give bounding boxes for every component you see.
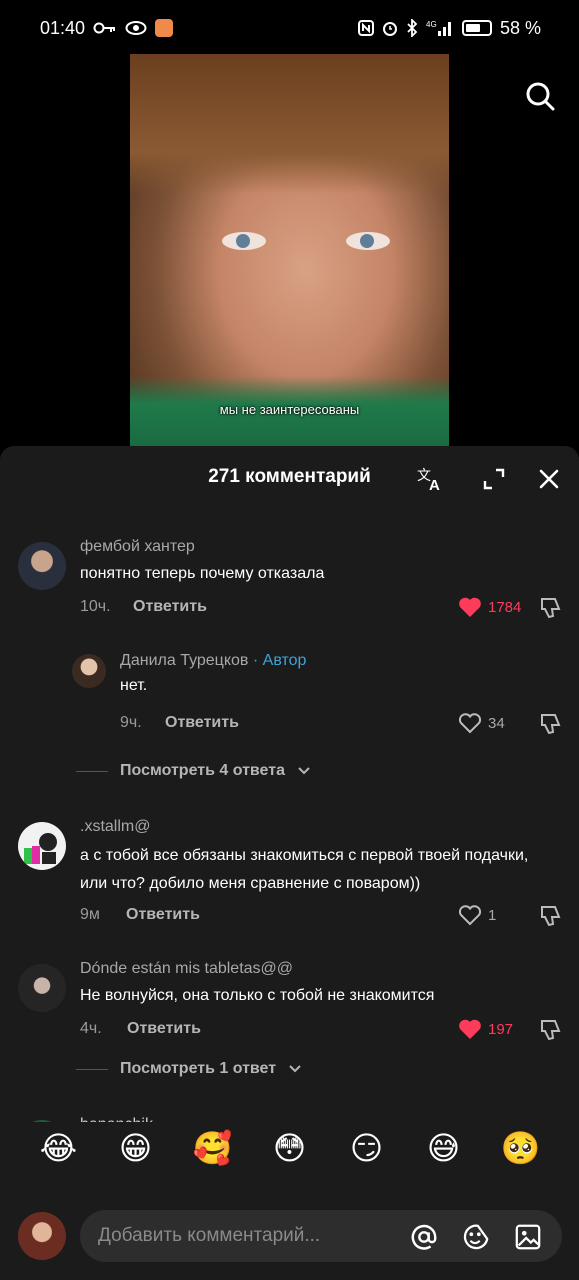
emoji-tears-of-joy[interactable]: 😂 [37,1129,81,1167]
translate-icon: 文A [417,468,440,492]
svg-text:A: A [429,477,440,492]
video-player[interactable]: мы не заинтересованы [130,54,449,446]
comment-author[interactable]: .xstallm@ [80,818,150,836]
dislike-icon[interactable] [538,712,562,736]
svg-text:4G: 4G [426,20,437,29]
like-button[interactable]: 1 [458,904,496,926]
app-notification-icon [155,19,174,37]
translate-button[interactable]: 文A [416,464,446,494]
comment-author[interactable]: Dónde están mis tabletas@@ [80,960,293,978]
avatar[interactable] [18,964,66,1012]
heart-filled-icon [459,597,481,617]
expand-button[interactable] [479,464,509,494]
heart-outline-icon [458,905,482,926]
dislike-icon[interactable] [538,596,562,620]
emoji-flushed[interactable]: 😳 [268,1129,312,1167]
comment-time: 4ч. [80,1020,102,1037]
search-button[interactable] [520,76,560,116]
comment-author[interactable]: фембой хантер [80,538,195,556]
like-count: 34 [488,714,505,732]
like-count: 197 [488,1020,514,1038]
reply-button[interactable]: Ответить [133,598,207,616]
view-replies-button[interactable]: Посмотреть 1 ответ [76,1060,302,1078]
emoji-sweat-smile[interactable]: 😅 [422,1129,466,1167]
emoji-grin[interactable]: 😁 [114,1129,158,1167]
comment-time: 10ч. [80,598,111,615]
avatar[interactable] [18,822,66,870]
at-icon [411,1224,437,1250]
image-icon [515,1224,541,1250]
view-replies-label: Посмотреть 1 ответ [120,1060,277,1077]
author-badge: · Автор [252,652,307,669]
like-button[interactable]: 1784 [458,596,521,618]
emoji-sticker-icon [463,1224,489,1250]
divider [76,1068,108,1070]
battery-icon [461,20,492,36]
search-icon [526,82,555,111]
comment-text: нет. [120,677,148,694]
view-replies-label: Посмотреть 4 ответа [120,762,285,779]
my-avatar[interactable] [18,1212,66,1260]
emoji-quick-bar: 😂 😁 🥰 😳 😏 😅 🥺 [0,1122,579,1174]
reply-button[interactable]: Ответить [126,906,200,924]
image-button[interactable] [514,1223,542,1251]
emoji-button[interactable] [462,1223,490,1251]
like-count: 1784 [488,598,522,616]
divider [76,770,108,772]
comment-text: Не волнуйся, она только с тобой не знако… [80,987,435,1004]
avatar[interactable] [72,654,106,688]
like-button[interactable]: 34 [458,712,505,734]
emoji-hearts[interactable]: 🥰 [191,1129,235,1167]
dislike-icon[interactable] [538,1018,562,1042]
comment-text: понятно теперь почему отказала [80,565,325,582]
comments-panel: 271 комментарий 文A фембой хантер понятно… [0,446,579,1280]
comment-author[interactable]: Данила Турецков · Автор [120,652,306,670]
chevron-down-icon [289,1065,301,1073]
battery-level: 58 % [499,17,541,38]
status-time: 01:40 [40,17,86,38]
video-subtitle: мы не заинтересованы [219,402,360,417]
mention-button[interactable] [410,1223,438,1251]
view-replies-button[interactable]: Посмотреть 4 ответа [76,762,311,780]
avatar[interactable] [18,542,66,590]
emoji-smirk[interactable]: 😏 [345,1129,389,1167]
comment-input-bar: Добавить комментарий... [0,1192,579,1280]
reply-button[interactable]: Ответить [165,714,239,732]
expand-icon [483,468,505,490]
comment-time: 9ч. [120,714,142,731]
heart-outline-icon [458,713,482,734]
close-icon [539,469,559,489]
bluetooth-icon [406,19,418,37]
video-frame-hair [130,54,449,194]
comment-text: а с тобой все обязаны знакомиться с перв… [80,847,529,892]
emoji-pleading[interactable]: 🥺 [499,1129,543,1167]
key-icon [93,21,117,35]
video-frame-eye-right [346,232,390,250]
nfc-icon [357,20,374,36]
signal-icon: 4G [426,19,454,37]
like-count: 1 [488,906,497,924]
comments-header: 271 комментарий 文A [0,446,579,510]
eye-icon [125,20,147,36]
reply-button[interactable]: Ответить [127,1020,201,1038]
close-button[interactable] [534,464,564,494]
comment-time: 9м [80,906,100,923]
chevron-down-icon [298,767,310,775]
heart-filled-icon [459,1019,481,1039]
alarm-icon [382,20,398,36]
video-frame-eye-left [222,232,266,250]
dislike-icon[interactable] [538,904,562,928]
status-bar: 01:40 4G 58 % [0,0,579,56]
like-button[interactable]: 197 [458,1018,513,1040]
